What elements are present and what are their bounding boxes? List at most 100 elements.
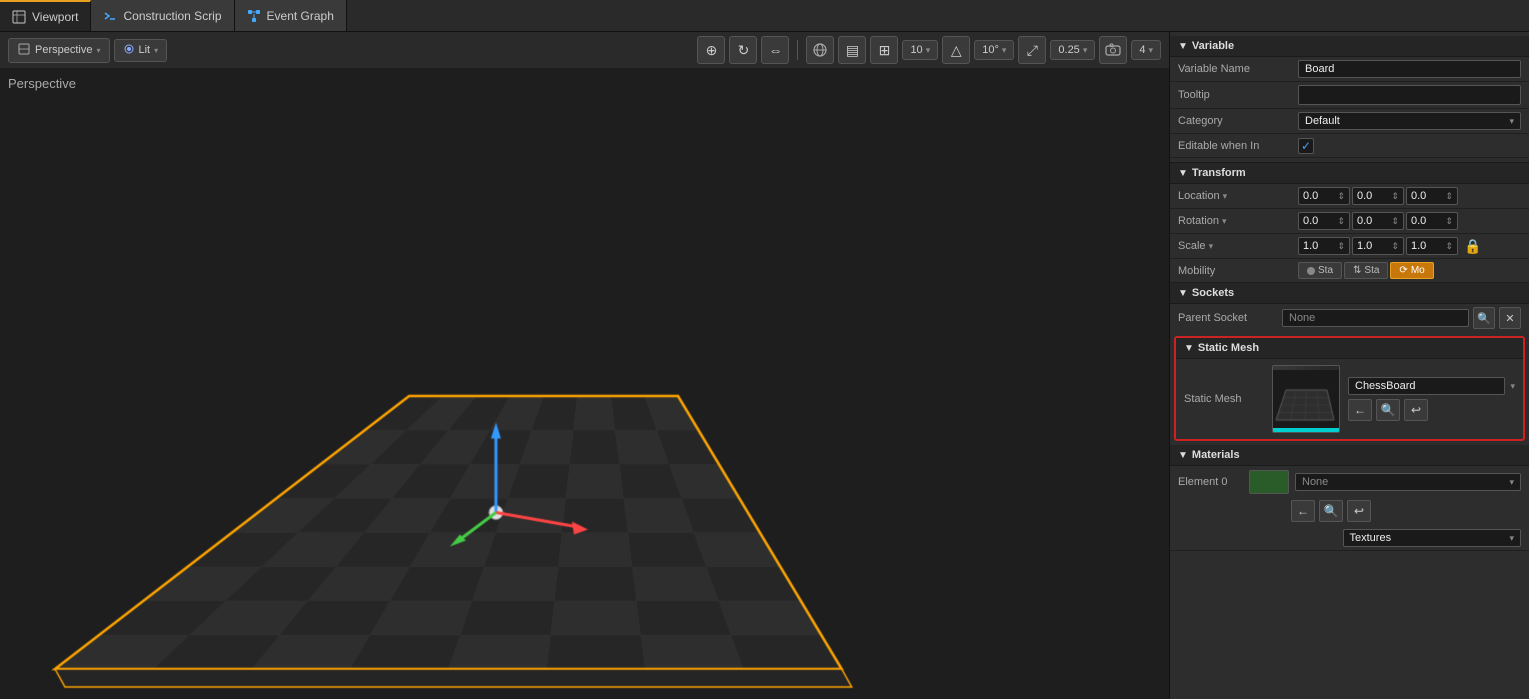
rotation-value: 0.0 ⇕ 0.0 ⇕ 0.0 ⇕: [1298, 212, 1521, 230]
tab-construction-label: Construction Scrip: [123, 9, 221, 23]
static-mesh-section-title: Static Mesh: [1198, 342, 1259, 354]
location-z-input[interactable]: 0.0 ⇕: [1406, 187, 1458, 205]
category-value: Default ▾: [1298, 112, 1521, 130]
mat-refresh-btn[interactable]: ↩: [1347, 500, 1371, 522]
mesh-preview-row: Static Mesh ChessBoard ▾: [1176, 359, 1523, 439]
location-y-arrow-icon: ⇕: [1391, 191, 1399, 202]
variable-name-value: Board: [1298, 60, 1521, 78]
rotate-btn[interactable]: ↻: [729, 36, 757, 64]
variable-name-input[interactable]: Board: [1298, 60, 1521, 78]
materials-arrow-icon: ▼: [1178, 450, 1188, 461]
tab-viewport[interactable]: Viewport: [0, 0, 91, 31]
rotation-dropdown-arrow-icon: ▾: [1222, 216, 1227, 226]
mat-actions-row: ← 🔍 ↩: [1170, 498, 1529, 526]
mesh-refresh-btn[interactable]: ↩: [1404, 399, 1428, 421]
editable-checkbox[interactable]: ✓: [1298, 138, 1314, 154]
graph-icon: [247, 9, 261, 23]
snap-surface-btn[interactable]: ▤: [838, 36, 866, 64]
parent-socket-row: Parent Socket None 🔍 ✕: [1170, 304, 1529, 332]
transform-section-header[interactable]: ▼ Transform: [1170, 163, 1529, 184]
materials-section-title: Materials: [1192, 449, 1240, 461]
category-label: Category: [1178, 115, 1298, 127]
tab-event-graph[interactable]: Event Graph: [235, 0, 347, 31]
rotation-z-input[interactable]: 0.0 ⇕: [1406, 212, 1458, 230]
category-dropdown[interactable]: Default ▾: [1298, 112, 1521, 130]
toolbar-sep-1: [797, 40, 798, 60]
scale-z-input[interactable]: 1.0 ⇕: [1406, 237, 1458, 255]
variable-name-label: Variable Name: [1178, 63, 1298, 75]
element0-row: Element 0 None ▾: [1170, 466, 1529, 498]
rotation-x-input[interactable]: 0.0 ⇕: [1298, 212, 1350, 230]
right-panel: ▼ Variable Variable Name Board Tooltip: [1169, 32, 1529, 699]
location-value: 0.0 ⇕ 0.0 ⇕ 0.0 ⇕: [1298, 187, 1521, 205]
scale-x-input[interactable]: 1.0 ⇕: [1298, 237, 1350, 255]
viewport-area: Perspective ▾ Lit ▾ ⊕ ↻ ⇔: [0, 32, 1169, 699]
textures-row: Textures ▾: [1170, 526, 1529, 551]
socket-clear-btn[interactable]: ✕: [1499, 307, 1521, 329]
scale-x-arrow-icon: ⇕: [1337, 241, 1345, 252]
mobility-static-btn[interactable]: Sta: [1298, 262, 1342, 279]
viewport-canvas[interactable]: Perspective: [0, 68, 1169, 699]
scale-z-arrow-icon: ⇕: [1445, 241, 1453, 252]
mesh-search-btn[interactable]: 🔍: [1376, 399, 1400, 421]
variable-arrow-icon: ▼: [1178, 41, 1188, 52]
mesh-name-dropdown-arrow-icon: ▾: [1510, 381, 1515, 392]
editable-label: Editable when In: [1178, 140, 1298, 152]
scale-row: Scale ▾ 1.0 ⇕ 1.0 ⇕ 1.0 ⇕: [1170, 234, 1529, 259]
variable-section-header[interactable]: ▼ Variable: [1170, 36, 1529, 57]
mat-search-btn[interactable]: 🔍: [1319, 500, 1343, 522]
location-dropdown-arrow-icon: ▾: [1223, 191, 1228, 201]
mesh-thumbnail-canvas: [1272, 370, 1340, 428]
lit-dropdown[interactable]: Lit ▾: [114, 39, 168, 62]
angle-value: 10°: [982, 44, 999, 56]
location-x-input[interactable]: 0.0 ⇕: [1298, 187, 1350, 205]
scale-dropdown-arrow-icon: ▾: [1209, 241, 1214, 251]
translate-btn[interactable]: ⊕: [697, 36, 725, 64]
num4-value: 4: [1139, 44, 1145, 56]
tooltip-input[interactable]: [1298, 85, 1521, 105]
snap-value-btn[interactable]: 10 ▾: [902, 40, 938, 60]
scale-y-input[interactable]: 1.0 ⇕: [1352, 237, 1404, 255]
maximize-btn[interactable]: ⤢: [1018, 36, 1046, 64]
perspective-dropdown[interactable]: Perspective ▾: [8, 38, 110, 63]
camera-btn[interactable]: [1099, 36, 1127, 64]
num4-arrow-icon: ▾: [1148, 45, 1153, 56]
tab-construction[interactable]: Construction Scrip: [91, 0, 234, 31]
element0-dropdown[interactable]: None ▾: [1295, 473, 1521, 491]
grid-btn[interactable]: ⊞: [870, 36, 898, 64]
lit-label: Lit: [139, 44, 151, 56]
scale-btn[interactable]: ⇔: [761, 36, 789, 64]
mesh-arrow-left-btn[interactable]: ←: [1348, 399, 1372, 421]
perspective-label: Perspective: [35, 44, 92, 56]
world-btn[interactable]: [806, 36, 834, 64]
scale-snap-btn[interactable]: 0.25 ▾: [1050, 40, 1095, 60]
location-y-input[interactable]: 0.0 ⇕: [1352, 187, 1404, 205]
perspective-arrow-icon: ▾: [96, 46, 100, 55]
scale-lock-icon: 🔒: [1464, 238, 1481, 255]
materials-section-header[interactable]: ▼ Materials: [1170, 445, 1529, 466]
static-mesh-arrow-icon: ▼: [1184, 343, 1194, 354]
socket-search-btn[interactable]: 🔍: [1473, 307, 1495, 329]
mat-arrow-btn[interactable]: ←: [1291, 500, 1315, 522]
textures-dropdown[interactable]: Textures ▾: [1343, 529, 1522, 547]
rotation-y-input[interactable]: 0.0 ⇕: [1352, 212, 1404, 230]
mat-actions-color-spacer: [1247, 500, 1287, 522]
viewport-toolbar: Perspective ▾ Lit ▾ ⊕ ↻ ⇔: [0, 32, 1169, 68]
location-z-arrow-icon: ⇕: [1445, 191, 1453, 202]
element0-color-box[interactable]: [1249, 470, 1289, 494]
sockets-section-header[interactable]: ▼ Sockets: [1170, 283, 1529, 304]
angle-icon-btn[interactable]: △: [942, 36, 970, 64]
mesh-name-row: ChessBoard ▾: [1348, 377, 1515, 395]
snap-arrow-icon: ▾: [926, 45, 931, 56]
parent-socket-input[interactable]: None: [1282, 309, 1469, 327]
mesh-thumbnail-inner: [1273, 366, 1339, 432]
angle-value-btn[interactable]: 10° ▾: [974, 40, 1014, 60]
mobility-stationary-btn[interactable]: ⇅ Sta: [1344, 262, 1388, 279]
tab-viewport-label: Viewport: [32, 10, 78, 24]
mesh-name-display: ChessBoard: [1348, 377, 1505, 395]
scale-label: Scale ▾: [1178, 240, 1298, 252]
num4-btn[interactable]: 4 ▾: [1131, 40, 1161, 60]
mesh-action-row: ← 🔍 ↩: [1348, 399, 1515, 421]
mobility-movable-btn[interactable]: ⟳ Mo: [1390, 262, 1433, 279]
static-mesh-section-header[interactable]: ▼ Static Mesh: [1176, 338, 1523, 359]
